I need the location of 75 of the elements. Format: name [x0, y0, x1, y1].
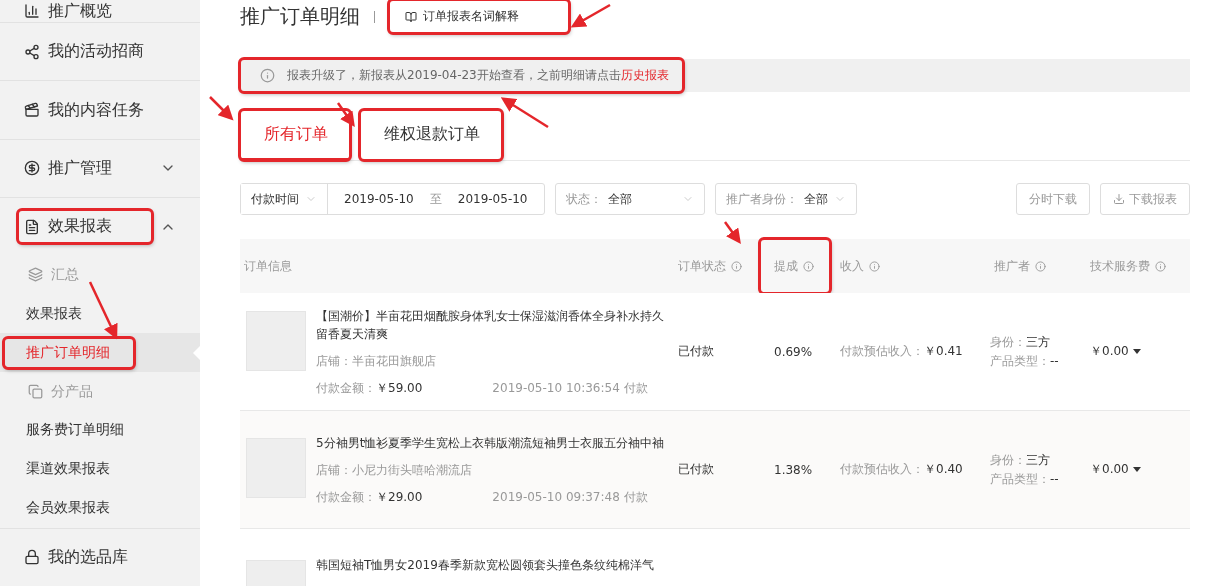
annotation-arrow — [209, 96, 234, 121]
time-type-select[interactable]: 付款时间 — [241, 184, 328, 214]
commission-rate: 1.38% — [773, 462, 814, 477]
order-status: 已付款 — [677, 343, 715, 360]
status-select[interactable]: 状态： 全部 — [554, 183, 705, 215]
date-range-field[interactable]: 付款时间 2019-05-10 至 2019-05-10 — [240, 183, 545, 215]
column-header: 收入 — [836, 239, 882, 293]
service-fee-dropdown[interactable]: ￥0.00 — [1086, 343, 1190, 360]
submenu-link[interactable]: 渠道效果报表 — [4, 454, 134, 485]
menu-icon — [24, 102, 40, 119]
end-date: 2019-05-10 — [456, 192, 529, 206]
submenu-link[interactable]: 服务费订单明细 — [4, 415, 148, 446]
annotation-arrow — [500, 97, 549, 129]
estimated-income: 付款预估收入：￥0.40 — [839, 461, 964, 478]
payment-time: 2019-05-10 10:36:54 付款 — [492, 379, 648, 397]
info-icon — [803, 260, 814, 272]
role-select[interactable]: 推广者身份： 全部 — [714, 183, 857, 215]
order-status: 已付款 — [677, 461, 715, 478]
product-title[interactable]: 【国潮价】半亩花田烟酰胺身体乳女士保湿滋润香体全身补水持久留香夏天清爽 — [316, 306, 668, 343]
sidebar-item[interactable]: 效果报表 — [18, 210, 152, 244]
product-type: 产品类型：-- — [990, 352, 1060, 370]
menu-icon — [24, 549, 40, 566]
menu-icon — [24, 43, 40, 60]
date-separator: 至 — [429, 190, 442, 208]
promoter-role: 身份：三方 — [990, 451, 1051, 469]
group-label: 分产品 — [51, 382, 93, 401]
product-type: 产品类型：-- — [990, 470, 1060, 488]
start-date: 2019-05-10 — [343, 192, 415, 206]
product-title[interactable]: 韩国短袖T恤男女2019春季新款宽松圆领套头撞色条纹纯棉洋气 — [316, 555, 654, 574]
menu-icon — [24, 3, 40, 19]
group-icon — [28, 384, 43, 400]
menu-icon — [24, 160, 40, 177]
annotation-arrow — [570, 3, 611, 28]
sidebar-item[interactable]: 推广管理 — [18, 151, 152, 185]
sidebar-item[interactable]: 我的内容任务 — [18, 93, 176, 127]
info-icon — [1155, 260, 1166, 272]
commission-rate: 0.69% — [773, 344, 814, 359]
payment-amount: 付款金额：￥29.00 — [316, 488, 423, 506]
annotation-arrow — [88, 281, 118, 340]
column-header: 订单信息 — [243, 257, 293, 275]
product-photo-placeholder — [246, 310, 306, 371]
glossary-link[interactable]: 订单报表名词解释 — [389, 0, 569, 33]
estimated-income: 付款预估收入：￥0.41 — [839, 343, 964, 360]
annotation-arrow — [336, 102, 355, 128]
menu-icon — [24, 218, 40, 235]
sidebar-item[interactable]: 我的选品库 — [18, 540, 176, 574]
promoter-role: 身份：三方 — [990, 333, 1051, 351]
info-icon — [731, 260, 742, 272]
group-icon — [28, 267, 43, 283]
column-header: 订单状态 — [674, 239, 744, 293]
submenu-link[interactable]: 效果报表 — [4, 298, 106, 329]
info-icon — [869, 260, 880, 272]
submenu-link[interactable]: 会员效果报表 — [4, 493, 134, 524]
annotation-arrow — [724, 221, 741, 245]
tab[interactable]: 所有订单 — [240, 110, 350, 160]
column-header: 推广者 — [990, 239, 1048, 293]
service-fee-dropdown[interactable]: ￥0.00 — [1086, 461, 1190, 478]
sidebar-item[interactable]: 我的活动招商 — [18, 35, 176, 69]
download-icon — [1113, 193, 1125, 205]
tab[interactable]: 维权退款订单 — [360, 110, 502, 160]
payment-amount: 付款金额：￥59.00 — [316, 379, 423, 397]
shop-name: 店铺：小尼力街头嘻哈潮流店 — [316, 461, 473, 479]
shop-name: 店铺：半亩花田旗舰店 — [316, 352, 437, 370]
sidebar-item[interactable]: 推广概览 — [18, 0, 176, 28]
notice-text: 报表升级了，新报表从2019-04-23开始查看，之前明细请点击历史报表 — [287, 67, 669, 84]
info-icon — [1035, 260, 1046, 272]
page-title: 推广订单明细 — [240, 3, 360, 30]
history-report-link[interactable]: 历史报表 — [620, 68, 669, 82]
group-label: 汇总 — [51, 265, 79, 284]
product-title[interactable]: 5分袖男t恤衫夏季学生宽松上衣韩版潮流短袖男士衣服五分袖中袖 — [316, 433, 665, 452]
column-header: 提成 — [760, 239, 830, 293]
info-icon — [260, 68, 275, 83]
column-header: 技术服务费 — [1086, 239, 1168, 293]
payment-time: 2019-05-10 09:37:48 付款 — [492, 488, 648, 506]
book-icon — [405, 10, 417, 23]
